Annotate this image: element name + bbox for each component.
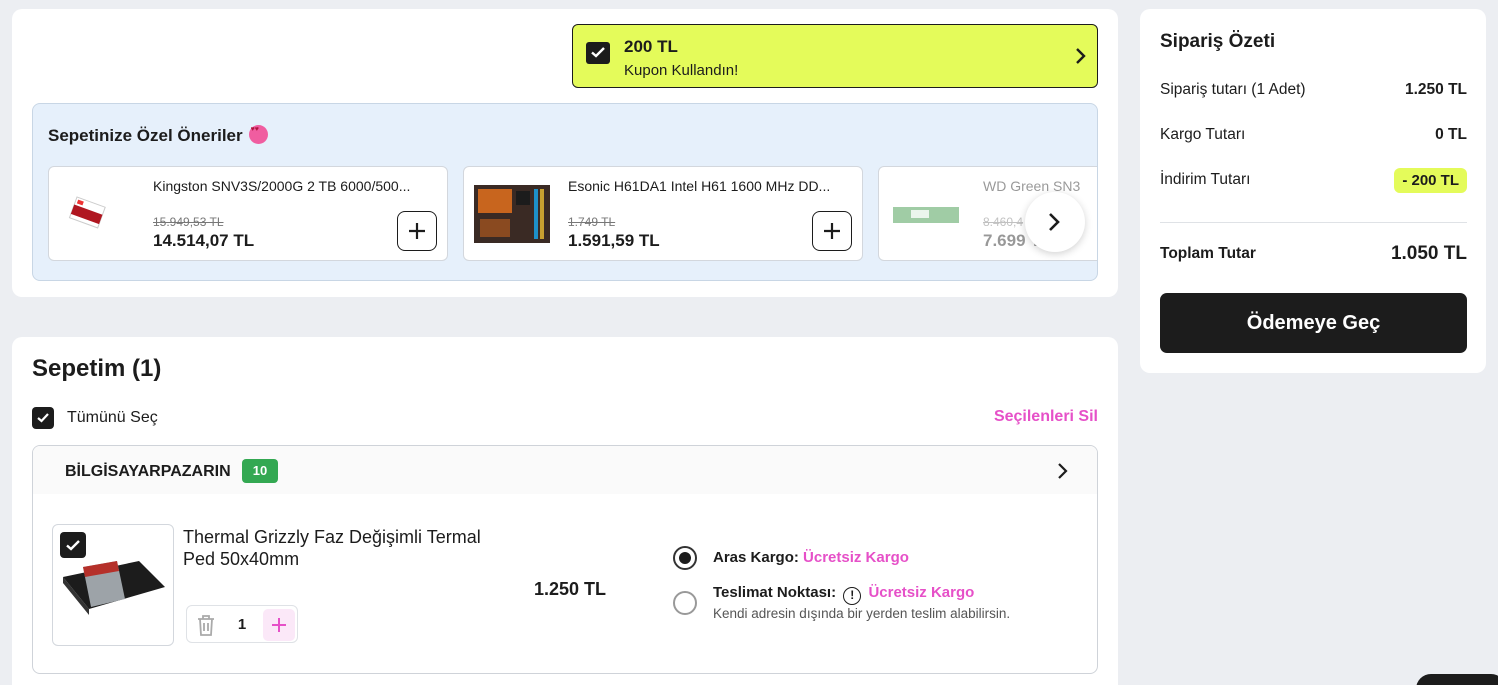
- product-image: [889, 181, 967, 247]
- recommendation-old-price: 15.949,53 TL: [153, 215, 224, 229]
- carousel-next-button[interactable]: [1025, 192, 1085, 252]
- coupon-label: Kupon Kullandın!: [624, 62, 739, 79]
- chat-widget-button[interactable]: [1416, 674, 1498, 685]
- summary-row-discount: İndirim Tutarı - 200 TL: [1160, 168, 1467, 193]
- cart-card: Sepetim (1) Tümünü Seç Seçilenleri Sil B…: [12, 337, 1118, 685]
- plus-icon: [272, 618, 286, 632]
- recommendation-name[interactable]: Esonic H61DA1 Intel H61 1600 MHz DD...: [568, 178, 850, 194]
- summary-label: Toplam Tutar: [1160, 245, 1256, 262]
- summary-row-total: Toplam Tutar 1.050 TL: [1160, 243, 1467, 264]
- free-shipping-label: Ücretsiz Kargo: [868, 584, 975, 601]
- add-to-cart-button[interactable]: [812, 211, 852, 251]
- shipping-option-pickup[interactable]: Teslimat Noktası: ! Ücretsiz Kargo: [713, 584, 974, 605]
- product-price: 1.250 TL: [534, 579, 607, 599]
- recommendation-name[interactable]: Kingston SNV3S/2000G 2 TB 6000/500...: [153, 178, 435, 194]
- increase-quantity-button[interactable]: [263, 609, 295, 641]
- coupon-amount: 200 TL: [624, 37, 678, 56]
- shipping-option-label: Teslimat Noktası:: [713, 584, 837, 601]
- check-icon: [37, 413, 49, 423]
- trash-icon[interactable]: [195, 613, 217, 637]
- shipping-option-description: Kendi adresin dışında bir yerden teslim …: [713, 606, 1011, 621]
- summary-row-shipping: Kargo Tutarı 0 TL: [1160, 126, 1467, 144]
- summary-title: Sipariş Özeti: [1160, 31, 1276, 52]
- recommendation-name[interactable]: WD Green SN3: [983, 178, 1097, 194]
- quantity-value[interactable]: 1: [225, 616, 259, 633]
- seller-rating-badge: 10: [242, 459, 278, 483]
- recommendations-panel: Sepetinize Özel Öneriler Kingston SNV3S/…: [32, 103, 1098, 281]
- product-name[interactable]: Thermal Grizzly Faz Değişimli Termal Ped…: [183, 526, 503, 570]
- summary-label: İndirim Tutarı: [1160, 171, 1251, 188]
- summary-value: 1.250 TL: [1404, 81, 1467, 98]
- chevron-right-icon: [1075, 47, 1087, 70]
- recommendations-title-text: Sepetinize Özel Öneriler: [48, 126, 243, 145]
- plus-icon: [824, 223, 840, 239]
- recommendation-old-price: 8.460,4: [983, 215, 1024, 229]
- summary-label: Sipariş tutarı (1 Adet): [1160, 81, 1306, 98]
- add-to-cart-button[interactable]: [397, 211, 437, 251]
- select-all-label[interactable]: Tümünü Seç: [67, 409, 158, 427]
- shipping-option-aras-radio[interactable]: [673, 546, 697, 570]
- chevron-right-icon: [1057, 462, 1069, 485]
- recommendations-title: Sepetinize Özel Öneriler: [48, 125, 268, 146]
- product-image: [59, 181, 137, 247]
- summary-row-order: Sipariş tutarı (1 Adet) 1.250 TL: [1160, 81, 1467, 99]
- product-image[interactable]: [52, 524, 174, 646]
- shipping-option-label: Aras Kargo:: [713, 549, 799, 566]
- delete-selected-link[interactable]: Seçilenleri Sil: [994, 408, 1098, 426]
- plus-icon: [409, 223, 425, 239]
- summary-value: 0 TL: [1435, 126, 1467, 143]
- quantity-stepper: 1: [186, 605, 298, 643]
- seller-name[interactable]: BİLGİSAYARPAZARIN: [65, 463, 231, 481]
- coupon-recommendations-card: 200 TL Kupon Kullandın! Sepetinize Özel …: [12, 9, 1118, 297]
- seller-header[interactable]: BİLGİSAYARPAZARIN 10: [33, 446, 1097, 494]
- recommendation-price: 14.514,07 TL: [153, 231, 255, 250]
- shipping-option-pickup-radio[interactable]: [673, 591, 697, 615]
- discount-badge: - 200 TL: [1394, 168, 1467, 193]
- coupon-banner[interactable]: 200 TL Kupon Kullandın!: [572, 24, 1098, 88]
- seller-group: BİLGİSAYARPAZARIN 10 Thermal Grizzly Faz…: [32, 445, 1098, 674]
- product-image: [474, 181, 552, 247]
- cart-title: Sepetim (1): [32, 355, 162, 382]
- recommendation-card[interactable]: Esonic H61DA1 Intel H61 1600 MHz DD... 1…: [463, 166, 863, 261]
- summary-label: Kargo Tutarı: [1160, 126, 1246, 143]
- divider: [1160, 222, 1467, 223]
- summary-total-value: 1.050 TL: [1390, 243, 1467, 264]
- recommendation-old-price: 1.749 TL: [568, 215, 616, 229]
- recommendation-price: 1.591,59 TL: [568, 231, 660, 250]
- select-all-checkbox[interactable]: [32, 407, 54, 429]
- info-icon[interactable]: !: [843, 587, 862, 605]
- free-shipping-label: Ücretsiz Kargo: [803, 549, 909, 566]
- check-icon: [66, 540, 80, 551]
- checkout-button[interactable]: Ödemeye Geç: [1160, 293, 1467, 353]
- recommendation-card[interactable]: Kingston SNV3S/2000G 2 TB 6000/500... 15…: [48, 166, 448, 261]
- coupon-check-icon: [586, 42, 610, 64]
- shipping-option-aras[interactable]: Aras Kargo: Ücretsiz Kargo: [713, 549, 909, 566]
- product-checkbox[interactable]: [60, 532, 86, 558]
- heart-eyes-emoji-icon: [248, 125, 268, 144]
- order-summary: Sipariş Özeti Sipariş tutarı (1 Adet) 1.…: [1140, 9, 1486, 373]
- chevron-right-icon: [1049, 213, 1060, 231]
